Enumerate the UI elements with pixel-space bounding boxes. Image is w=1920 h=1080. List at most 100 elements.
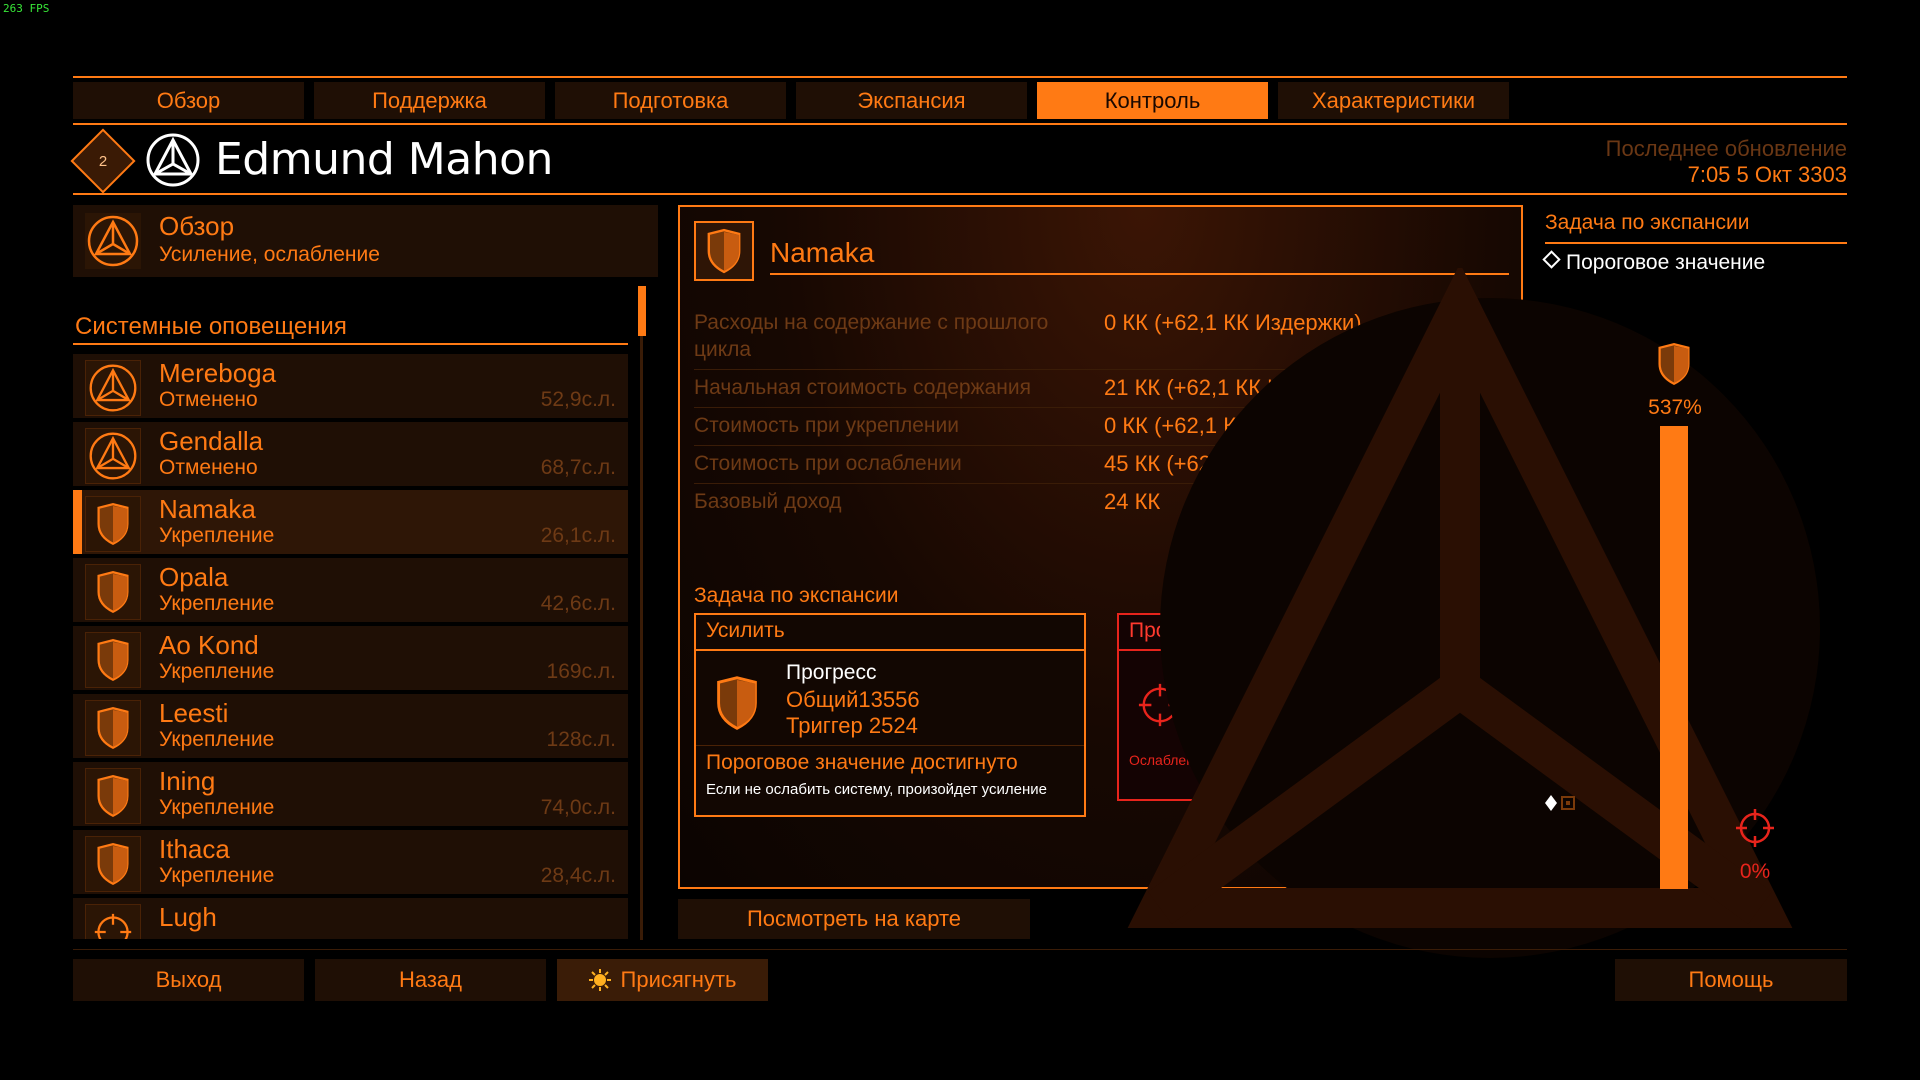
shield-icon — [85, 768, 141, 824]
tab-preparation[interactable]: Подготовка — [555, 82, 786, 119]
system-distance: 26,1с.л. — [540, 524, 616, 547]
system-state: Укрепление — [159, 728, 275, 751]
stat-label: Начальная стоимость содержания — [694, 376, 1031, 399]
last-update-label: Последнее обновление — [1605, 136, 1847, 161]
list-item[interactable]: Gendalla Отменено 68,7с.л. — [73, 422, 628, 486]
power-logo-icon — [85, 213, 141, 269]
stat-label: Стоимость при укреплении — [694, 414, 959, 437]
list-item-selected[interactable]: Namaka Укрепление 26,1с.л. — [73, 490, 628, 554]
top-divider — [73, 76, 1847, 78]
fortify-box: Усилить Прогресс Общий13556 Триггер 2524… — [694, 613, 1086, 817]
system-state: Укрепление — [159, 796, 275, 819]
power-logo-icon — [146, 133, 200, 187]
system-state: Укрепление — [159, 864, 275, 887]
tab-divider — [73, 123, 1847, 125]
exit-button[interactable]: Выход — [73, 959, 304, 1001]
selection-indicator — [73, 490, 82, 554]
crosshair-icon — [1138, 683, 1182, 727]
fortify-header: Усилить — [696, 615, 1084, 651]
system-state: Укрепление — [159, 524, 275, 547]
fps-counter: 263 FPS — [3, 2, 50, 15]
system-distance: 42,6с.л. — [540, 592, 616, 615]
system-name: Opala — [159, 562, 229, 592]
help-button[interactable]: Помощь — [1615, 959, 1847, 1001]
tab-characteristics[interactable]: Характеристики — [1278, 82, 1509, 119]
system-distance: 28,4с.л. — [540, 864, 616, 887]
stat-row: Стоимость при укреплении 0 КК (+62,1 КК … — [694, 408, 1511, 446]
undermine-header: Противодействие – ослабление — [1119, 615, 1507, 651]
stat-row: Стоимость при ослаблении 45 КК (+62,1 КК… — [694, 446, 1511, 484]
tab-overview[interactable]: Обзор — [73, 82, 304, 119]
overview-card[interactable]: Обзор Усиление, ослабление — [73, 205, 658, 277]
undermine-trigger: Триггер 67234 — [1209, 713, 1354, 738]
overview-title: Обзор — [159, 211, 235, 241]
stat-value: 45 КК (+62,1 КК Издержки) — [1104, 451, 1374, 476]
stat-row: Начальная стоимость содержания 21 КК (+6… — [694, 370, 1511, 408]
sun-icon — [588, 969, 611, 991]
system-title-divider — [770, 273, 1509, 275]
stat-value: 0 КК (+62,1 КК Издержки) — [1104, 310, 1362, 335]
expansion-objective-divider — [1545, 242, 1847, 244]
list-scrollbar[interactable] — [640, 286, 643, 940]
undermine-box: Противодействие – ослабление В процессе … — [1117, 613, 1509, 801]
rank-number: 2 — [98, 152, 108, 170]
system-name: Ining — [159, 766, 216, 796]
list-item[interactable]: Ithaca Укрепление 28,4с.л. — [73, 830, 628, 894]
overview-subtitle: Усиление, ослабление — [159, 243, 380, 266]
view-on-map-button[interactable]: Посмотреть на карте — [678, 899, 1030, 939]
power-logo-icon — [85, 360, 141, 416]
diamond-icon — [1542, 250, 1561, 269]
fortify-divider — [696, 745, 1084, 746]
fortify-percent: 537% — [1648, 396, 1702, 419]
system-name: Namaka — [159, 494, 256, 524]
system-name: Leesti — [159, 698, 229, 728]
list-scrollbar-thumb[interactable] — [638, 286, 646, 336]
shield-icon — [85, 632, 141, 688]
fortify-result: Пороговое значение достигнуто — [706, 751, 1018, 774]
shield-icon — [85, 700, 141, 756]
pledge-label: Присягнуть — [620, 967, 737, 992]
system-title: Namaka — [770, 237, 875, 268]
power-logo-icon — [85, 428, 141, 484]
system-name: Ao Kond — [159, 630, 259, 660]
stat-row: Расходы на содержание с прошлого цикла 0… — [694, 305, 1511, 370]
system-alerts-list: Mereboga Отменено 52,9с.л. Gendalla Отме… — [73, 354, 628, 939]
undermine-total: Общий0 — [1209, 687, 1294, 712]
fortify-note: Если не ослабить систему, произойдет уси… — [706, 781, 1047, 798]
shield-icon — [85, 496, 141, 552]
power-name: Edmund Mahon — [215, 134, 553, 185]
back-button[interactable]: Назад — [315, 959, 546, 1001]
undermine-note: Ослабление невозможно до достижения триг… — [1129, 752, 1453, 768]
tab-expansion[interactable]: Экспансия — [796, 82, 1027, 119]
list-item[interactable]: Ining Укрепление 74,0с.л. — [73, 762, 628, 826]
system-alerts-title: Системные оповещения — [75, 313, 347, 340]
system-distance: 68,7с.л. — [540, 456, 616, 479]
list-item[interactable]: Leesti Укрепление 128с.л. — [73, 694, 628, 758]
shield-icon — [85, 564, 141, 620]
tab-support[interactable]: Поддержка — [314, 82, 545, 119]
system-name: Ithaca — [159, 834, 230, 864]
system-stats: Расходы на содержание с прошлого цикла 0… — [694, 305, 1511, 521]
threshold-legend: Пороговое значение — [1542, 250, 1766, 275]
pledge-button[interactable]: Присягнуть — [557, 959, 768, 1001]
tab-control[interactable]: Контроль — [1037, 82, 1268, 119]
stat-label: Базовый доход — [694, 490, 842, 513]
system-name: Gendalla — [159, 426, 264, 456]
stat-value: 21 КК (+62,1 КК Издержки) — [1104, 375, 1374, 400]
list-item[interactable]: Lugh — [73, 898, 628, 939]
system-state: Укрепление — [159, 660, 275, 683]
system-state: Отменено — [159, 388, 258, 411]
stat-row: Базовый доход 24 КК — [694, 484, 1511, 521]
list-item[interactable]: Ao Kond Укрепление 169с.л. — [73, 626, 628, 690]
list-item[interactable]: Opala Укрепление 42,6с.л. — [73, 558, 628, 622]
fortify-status: Прогресс — [786, 661, 877, 684]
system-distance: 169с.л. — [546, 660, 616, 683]
fortify-progress-bar — [1660, 426, 1688, 889]
shield-icon — [694, 221, 754, 281]
list-item[interactable]: Mereboga Отменено 52,9с.л. — [73, 354, 628, 418]
crosshair-icon — [1736, 809, 1774, 847]
threshold-label: Пороговое значение — [1566, 251, 1766, 274]
undermine-percent: 0% — [1739, 860, 1771, 883]
crosshair-icon — [85, 904, 141, 939]
system-state: Укрепление — [159, 592, 275, 615]
